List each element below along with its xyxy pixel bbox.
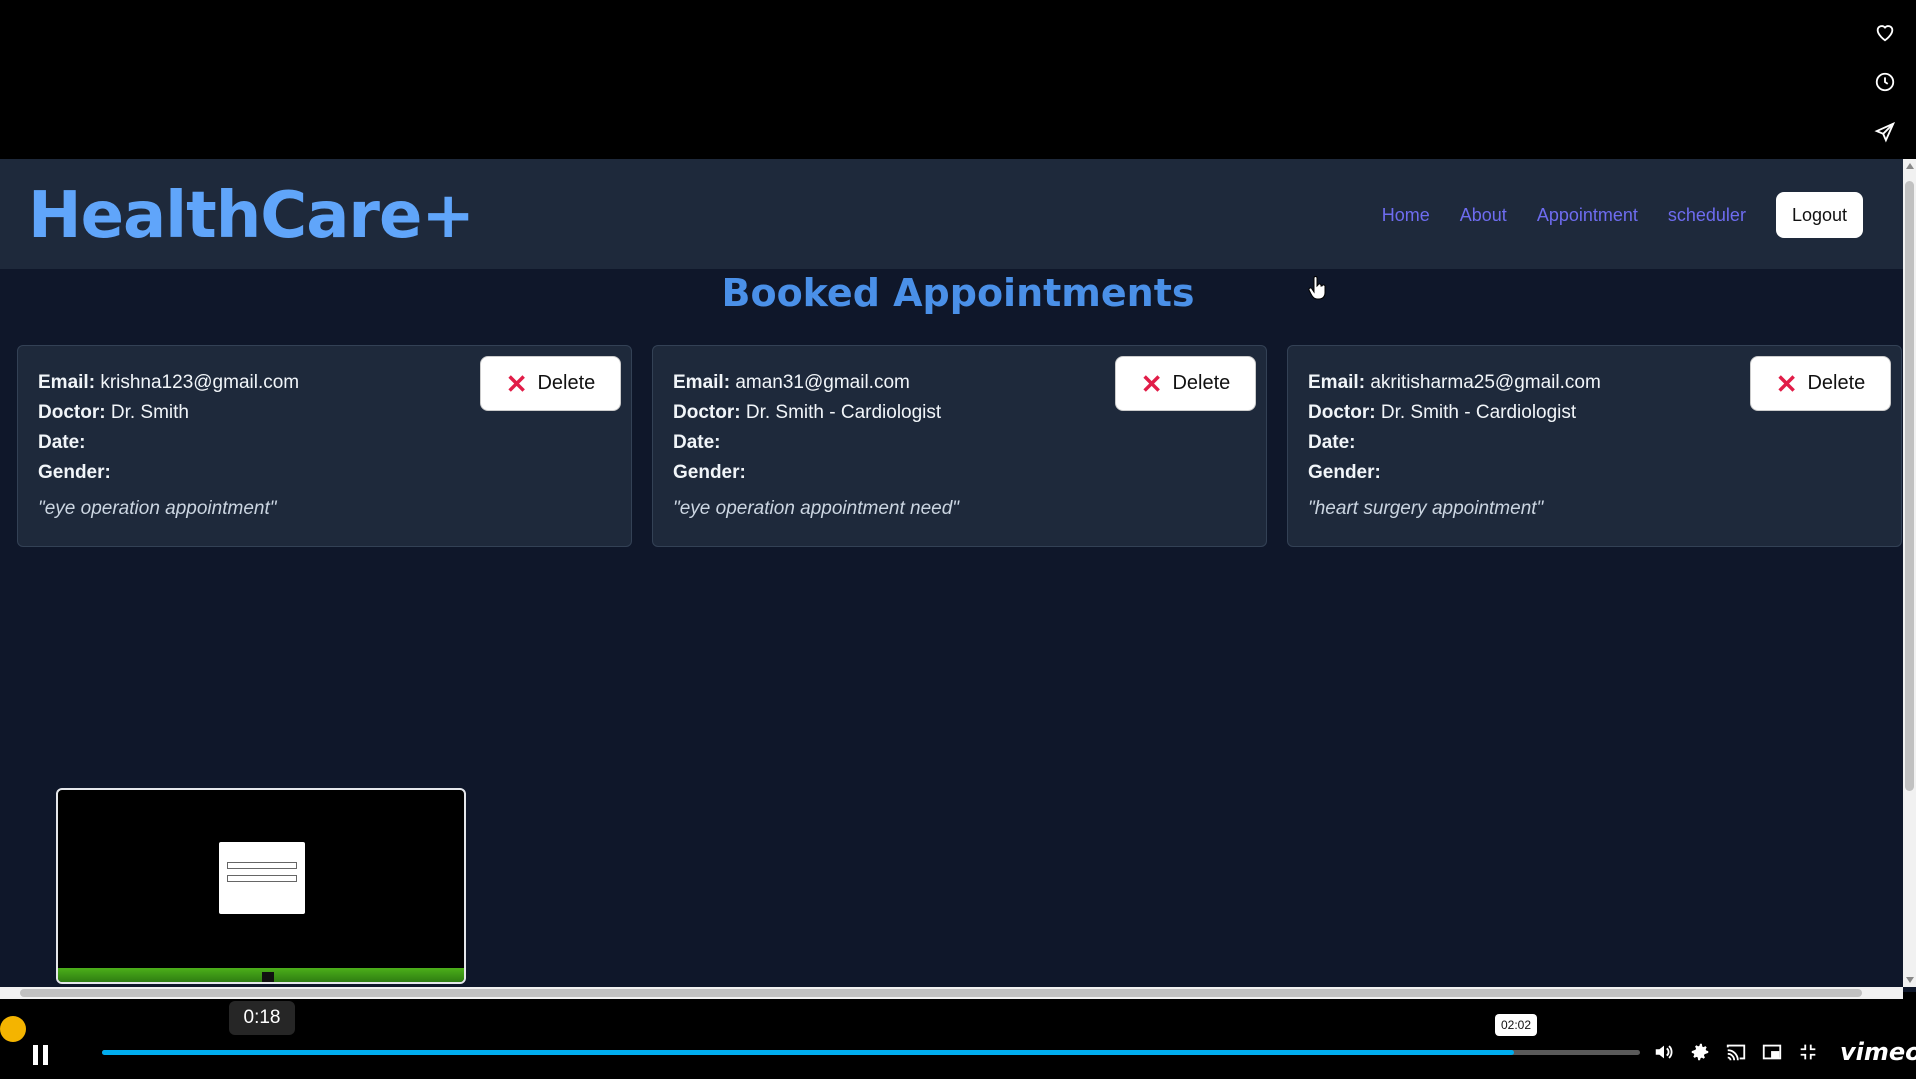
appointment-card: Email: akritisharma25@gmail.com Doctor: …	[1287, 345, 1902, 547]
navbar: HealthCare+ Home About Appointment sched…	[0, 159, 1903, 269]
like-button[interactable]	[1868, 18, 1902, 46]
pip-icon	[1762, 1044, 1782, 1060]
thumbnail-marker	[262, 972, 274, 982]
video-player: HealthCare+ Home About Appointment sched…	[0, 0, 1916, 1079]
volume-icon	[1655, 1045, 1673, 1059]
appointment-card: Email: aman31@gmail.com Doctor: Dr. Smit…	[652, 345, 1267, 547]
doctor-value: Dr. Smith - Cardiologist	[745, 402, 942, 423]
email-value: akritisharma25@gmail.com	[1370, 372, 1601, 393]
gender-label: Gender:	[38, 462, 111, 483]
thumbnail-progress	[58, 968, 464, 982]
close-icon: ✕	[1140, 368, 1163, 399]
login-form-thumbnail	[219, 842, 305, 914]
appointment-note: "eye operation appointment"	[38, 498, 277, 519]
close-icon: ✕	[505, 368, 528, 399]
date-row: Date:	[1308, 428, 1881, 458]
doctor-value: Dr. Smith	[110, 402, 189, 423]
volume-button[interactable]	[1652, 1040, 1676, 1064]
date-label: Date:	[1308, 432, 1356, 453]
doctor-value: Dr. Smith - Cardiologist	[1380, 402, 1577, 423]
brand-logo[interactable]: HealthCare+	[28, 179, 475, 253]
settings-icon	[1691, 1043, 1709, 1061]
player-controls: vimeo	[0, 1030, 1916, 1079]
side-actions	[1868, 18, 1902, 146]
doctor-label: Doctor:	[1308, 402, 1376, 423]
fullscreen-exit-icon	[1800, 1044, 1816, 1060]
vertical-scrollbar[interactable]	[1903, 159, 1916, 987]
logout-button[interactable]: Logout	[1775, 192, 1863, 238]
gender-label: Gender:	[673, 462, 746, 483]
share-button[interactable]	[1868, 118, 1902, 146]
nav-scheduler[interactable]: scheduler	[1668, 205, 1746, 226]
email-label: Email:	[673, 372, 731, 393]
cast-icon	[1726, 1044, 1746, 1061]
appointment-note: "heart surgery appointment"	[1308, 498, 1544, 519]
pip-button[interactable]	[1760, 1040, 1784, 1064]
email-value: krishna123@gmail.com	[100, 372, 300, 393]
thumbnail-field	[227, 862, 297, 869]
settings-button[interactable]	[1688, 1040, 1712, 1064]
delete-button[interactable]: ✕ Delete	[480, 356, 621, 411]
email-value: aman31@gmail.com	[735, 372, 910, 393]
control-icons: vimeo	[1652, 1038, 1916, 1066]
gender-row: Gender:	[38, 458, 611, 488]
send-icon	[1874, 121, 1896, 143]
preview-thumbnail	[56, 788, 466, 984]
vimeo-logo[interactable]: vimeo	[1840, 1038, 1916, 1066]
scroll-up-icon[interactable]	[1906, 163, 1914, 169]
watch-later-button[interactable]	[1868, 68, 1902, 96]
scroll-thumb[interactable]	[20, 989, 1862, 997]
page-title: Booked Appointments	[721, 271, 1195, 315]
date-label: Date:	[38, 432, 86, 453]
clock-icon	[1875, 72, 1895, 92]
pause-icon	[43, 1045, 48, 1065]
gender-label: Gender:	[1308, 462, 1381, 483]
doctor-label: Doctor:	[38, 402, 106, 423]
scroll-down-icon[interactable]	[1906, 977, 1914, 983]
date-label: Date:	[673, 432, 721, 453]
appointment-note: "eye operation appointment need"	[673, 498, 960, 519]
close-icon: ✕	[1775, 368, 1798, 399]
nav-about[interactable]: About	[1460, 205, 1507, 226]
thumbnail-field	[227, 875, 297, 882]
delete-label: Delete	[1172, 372, 1231, 394]
cast-button[interactable]	[1724, 1040, 1748, 1064]
appointment-card: Email: krishna123@gmail.com Doctor: Dr. …	[17, 345, 632, 547]
scroll-thumb[interactable]	[1905, 181, 1914, 791]
email-label: Email:	[1308, 372, 1366, 393]
nav-home[interactable]: Home	[1382, 205, 1430, 226]
hand-cursor-icon	[1308, 276, 1326, 300]
horizontal-scrollbar[interactable]	[0, 987, 1903, 999]
delete-label: Delete	[537, 372, 596, 394]
heart-icon	[1876, 25, 1894, 42]
delete-button[interactable]: ✕ Delete	[1750, 356, 1891, 411]
pause-icon	[33, 1045, 38, 1065]
gender-row: Gender:	[1308, 458, 1881, 488]
gender-row: Gender:	[673, 458, 1246, 488]
email-label: Email:	[38, 372, 96, 393]
date-row: Date:	[38, 428, 611, 458]
doctor-label: Doctor:	[673, 402, 741, 423]
delete-label: Delete	[1807, 372, 1866, 394]
fullscreen-exit-button[interactable]	[1796, 1040, 1820, 1064]
pause-button[interactable]	[28, 1042, 54, 1068]
progress-bar[interactable]	[102, 1050, 1640, 1055]
progress-fill	[102, 1050, 1514, 1055]
nav-appointment[interactable]: Appointment	[1537, 205, 1638, 226]
appointment-list: Email: krishna123@gmail.com Doctor: Dr. …	[17, 345, 1902, 547]
delete-button[interactable]: ✕ Delete	[1115, 356, 1256, 411]
date-row: Date:	[673, 428, 1246, 458]
nav-links: Home About Appointment scheduler Logout	[1382, 192, 1863, 238]
